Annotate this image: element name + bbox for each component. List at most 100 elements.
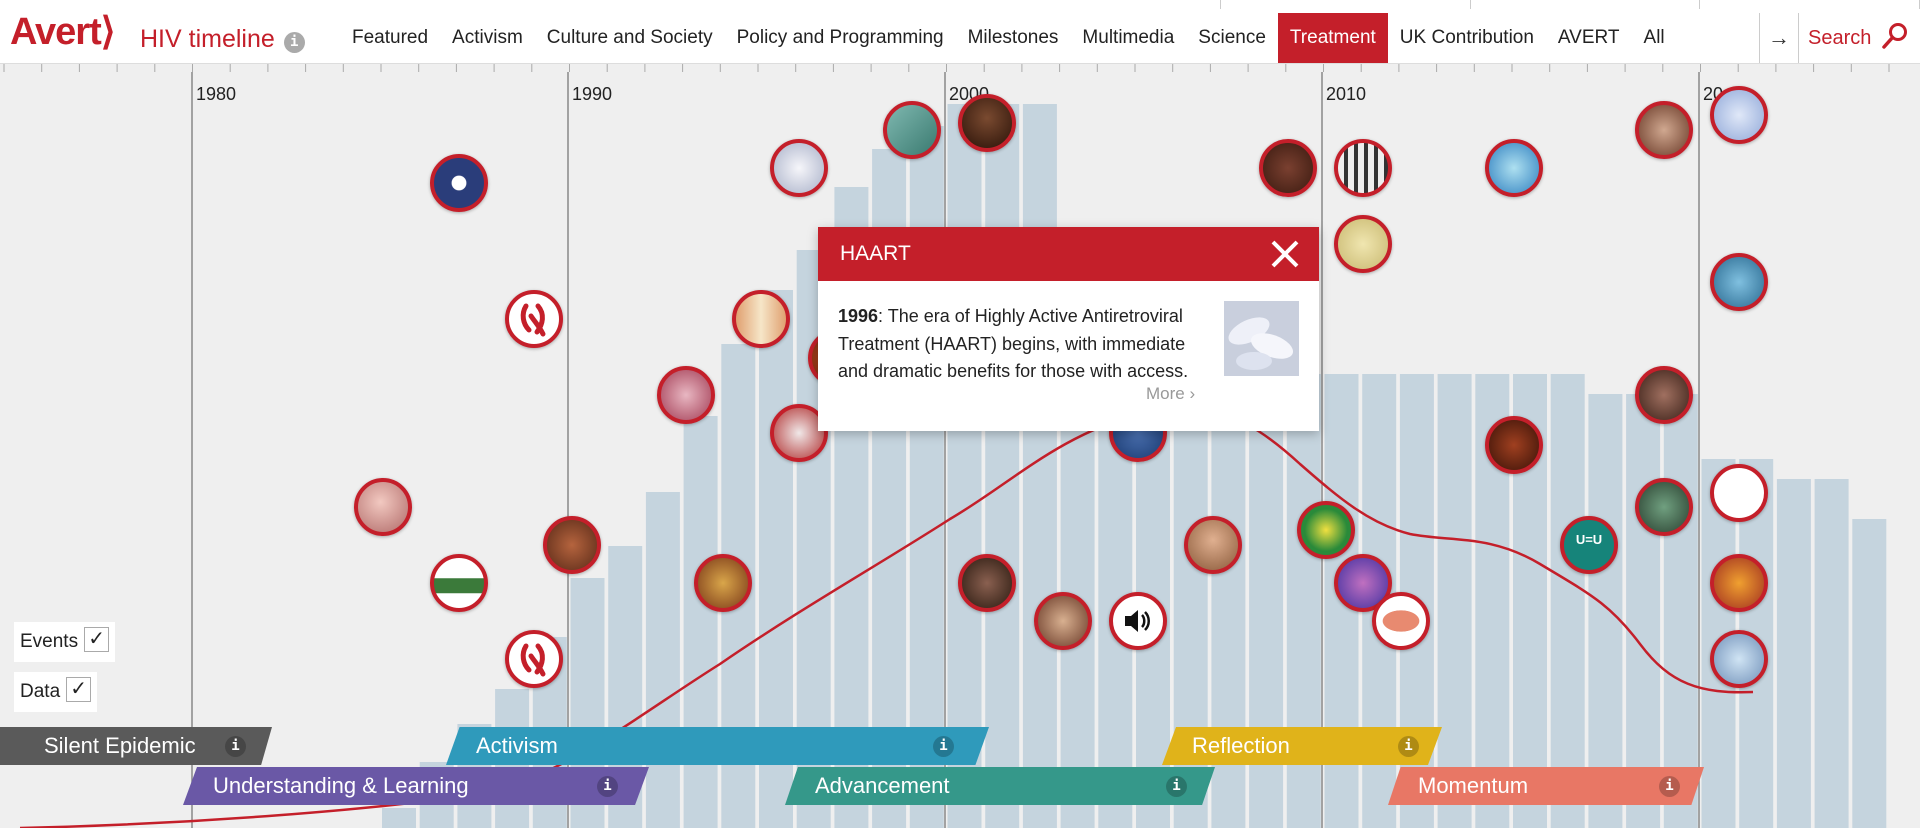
era-activism[interactable]: Activism i [446, 727, 989, 765]
era-advancement[interactable]: Advancement i [785, 767, 1215, 805]
popup-title: HAART [840, 242, 911, 265]
event-marker-pill-packs[interactable] [1334, 139, 1392, 197]
event-marker-arm[interactable] [1635, 366, 1693, 424]
era-label: Activism [476, 733, 558, 758]
nav-avert[interactable]: AVERT [1546, 13, 1632, 63]
data-bar [683, 416, 718, 828]
search-label: Search [1808, 27, 1872, 49]
era-info-icon[interactable]: i [1398, 736, 1419, 757]
event-marker-hhs-seal[interactable] [430, 154, 488, 212]
events-toggle-label: Events [20, 631, 79, 652]
event-marker-mother[interactable] [1034, 592, 1092, 650]
decade-2010: 2010 [1326, 84, 1367, 104]
era-info-icon[interactable]: i [1659, 776, 1680, 797]
speaker-icon [1125, 610, 1150, 632]
data-bar [947, 104, 982, 828]
timeline-canvas[interactable]: 1980 1990 2000 2010 20 U=U Events ✓ Data… [0, 64, 1920, 828]
close-icon[interactable] [1269, 238, 1301, 270]
event-marker-u-equals-u[interactable]: U=U [1560, 516, 1618, 574]
event-marker-syringe[interactable] [883, 101, 941, 159]
site-title-text: HIV timeline [140, 25, 275, 53]
event-marker-pill-round[interactable] [1334, 215, 1392, 273]
era-label: Reflection [1192, 733, 1290, 758]
event-marker-pill-pink[interactable] [1372, 592, 1430, 650]
data-bar [645, 492, 680, 828]
era-info-icon[interactable]: i [597, 776, 618, 797]
nav-treatment[interactable]: Treatment [1277, 13, 1388, 63]
event-marker-red-ribbon[interactable] [505, 290, 563, 348]
event-marker-partial-2[interactable] [1259, 139, 1317, 197]
era-understanding-learning[interactable]: Understanding & Learning i [183, 767, 649, 805]
event-marker-child[interactable] [958, 94, 1016, 152]
events-toggle[interactable]: Events ✓ [14, 622, 116, 662]
decade-1990: 1990 [572, 84, 613, 104]
data-bar [1626, 394, 1661, 828]
data-bar [1437, 374, 1472, 828]
top-bar: Avert⟩ HIV timeline i Featured Activism … [0, 0, 1920, 64]
red-ribbon-icon [520, 643, 546, 677]
nav-multimedia[interactable]: Multimedia [1070, 13, 1186, 63]
data-checkbox[interactable]: ✓ [66, 677, 92, 703]
era-reflection[interactable]: Reflection i [1162, 727, 1442, 765]
nav-culture-society[interactable]: Culture and Society [535, 13, 725, 63]
header-divider [1220, 0, 1920, 9]
era-info-icon[interactable]: i [1166, 776, 1187, 797]
event-marker-red-ribbon-2[interactable] [505, 630, 563, 688]
data-bar [985, 104, 1020, 828]
popup-thumbnail[interactable] [1224, 301, 1299, 376]
search-button[interactable]: Search [1808, 13, 1909, 63]
title-info-icon[interactable]: i [283, 31, 305, 53]
nav-activism[interactable]: Activism [440, 13, 535, 63]
nav-milestones[interactable]: Milestones [956, 13, 1071, 63]
category-nav: Featured Activism Culture and Society Po… [340, 13, 1677, 63]
decade-1980: 1980 [196, 84, 237, 104]
data-bar [1776, 479, 1811, 828]
event-marker-pills-blue[interactable] [1710, 86, 1768, 144]
event-marker-hands[interactable] [1485, 416, 1543, 474]
events-checkbox[interactable]: ✓ [84, 627, 110, 653]
nav-featured[interactable]: Featured [340, 13, 440, 63]
event-marker-pills[interactable] [770, 139, 828, 197]
event-marker-portrait[interactable] [543, 516, 601, 574]
next-arrow-button[interactable]: → [1759, 13, 1799, 63]
data-toggle[interactable]: Data ✓ [14, 672, 98, 712]
red-ribbon-icon [520, 303, 546, 337]
event-marker-baby[interactable] [354, 478, 412, 536]
popup-description: : The era of Highly Active Antiretrovira… [838, 306, 1189, 381]
event-marker-man[interactable] [958, 554, 1016, 612]
era-label: Momentum [1418, 773, 1529, 798]
nav-policy-programming[interactable]: Policy and Programming [725, 13, 956, 63]
event-marker-vaccine[interactable] [1710, 630, 1768, 688]
event-marker-testing[interactable] [1635, 478, 1693, 536]
popup-text: 1996: The era of Highly Active Antiretro… [838, 303, 1208, 386]
event-marker-patient-pod[interactable] [1297, 501, 1355, 559]
data-bar [1663, 394, 1698, 828]
event-marker-un-globe[interactable] [1485, 139, 1543, 197]
data-bar [1852, 519, 1887, 828]
event-marker-dancers[interactable] [694, 554, 752, 612]
era-label: Advancement [815, 773, 950, 798]
event-marker-woman[interactable] [1710, 554, 1768, 612]
era-momentum[interactable]: Momentum i [1388, 767, 1704, 805]
event-marker-pill-bottle[interactable] [732, 290, 790, 348]
data-bar [382, 808, 416, 828]
event-marker-audio[interactable] [1109, 592, 1167, 650]
avert-logo[interactable]: Avert⟩ [10, 12, 116, 52]
event-marker-scientist[interactable] [1184, 516, 1242, 574]
popup-header: HAART [818, 227, 1319, 281]
event-marker-viral-test[interactable] [1710, 464, 1768, 522]
event-marker-hands-pills[interactable] [1635, 101, 1693, 159]
popup-more-link[interactable]: More › [1146, 384, 1195, 404]
data-bar [1814, 479, 1849, 828]
event-marker-activist[interactable] [657, 366, 715, 424]
nav-uk-contribution[interactable]: UK Contribution [1388, 13, 1546, 63]
data-bar [1550, 374, 1585, 828]
event-marker-zidovudine[interactable] [430, 554, 488, 612]
era-info-icon[interactable]: i [933, 736, 954, 757]
nav-science[interactable]: Science [1186, 13, 1278, 63]
era-silent-epidemic[interactable]: Silent Epidemic i [0, 727, 272, 765]
era-info-icon[interactable]: i [225, 736, 246, 757]
data-bar [1588, 394, 1623, 828]
nav-all[interactable]: All [1632, 13, 1677, 63]
event-marker-vial[interactable] [1710, 253, 1768, 311]
